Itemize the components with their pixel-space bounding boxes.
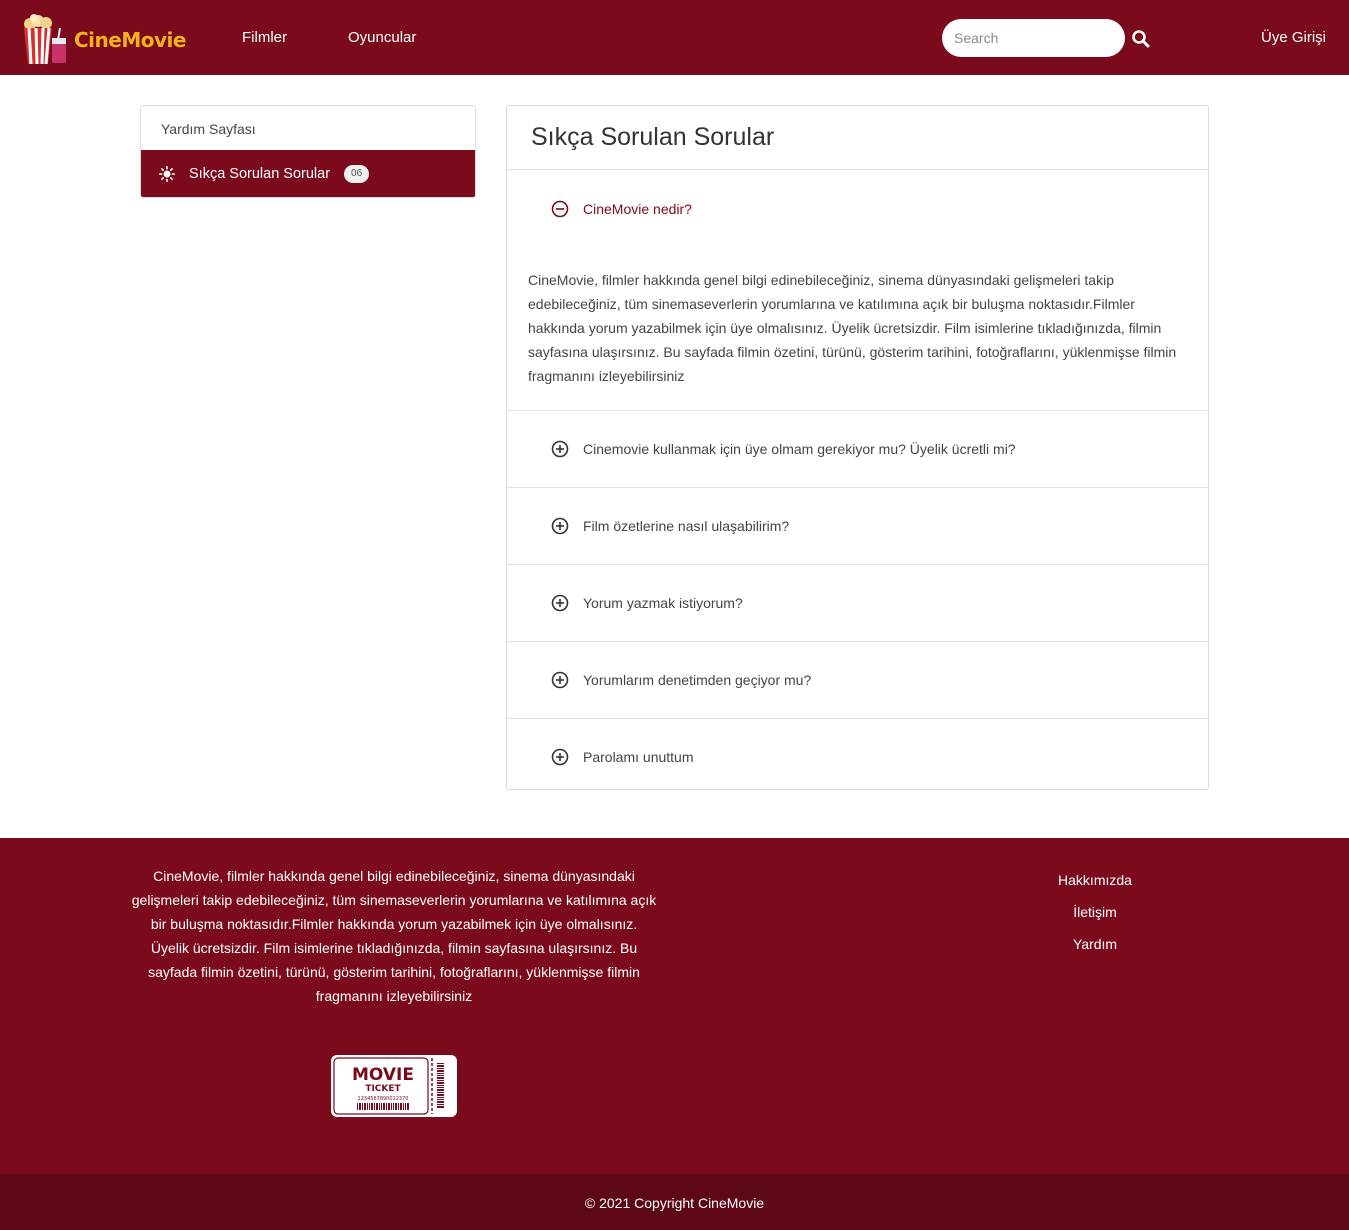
faq-question-toggle[interactable]: Yorum yazmak istiyorum? bbox=[507, 565, 1208, 641]
faq-item: Yorumlarım denetimden geçiyor mu? bbox=[507, 642, 1208, 719]
faq-item: Cinemovie kullanmak için üye olmam gerek… bbox=[507, 411, 1208, 488]
copyright-bar: © 2021 Copyright CineMovie bbox=[0, 1174, 1349, 1230]
footer-link-yardim[interactable]: Yardım bbox=[1040, 936, 1150, 952]
ticket-subtitle: TICKET bbox=[365, 1084, 401, 1094]
faq-item: Yorum yazmak istiyorum? bbox=[507, 565, 1208, 642]
ticket-title: MOVIE bbox=[352, 1065, 414, 1085]
faq-item: Parolamı unuttum bbox=[507, 719, 1208, 795]
faq-item: Film özetlerine nasıl ulaşabilirim? bbox=[507, 488, 1208, 565]
faq-question-toggle[interactable]: Parolamı unuttum bbox=[507, 719, 1208, 795]
plus-circle-icon bbox=[551, 671, 569, 689]
footer-link-hakkimizda[interactable]: Hakkımızda bbox=[1040, 872, 1150, 888]
search-icon[interactable] bbox=[1131, 29, 1151, 49]
sidebar-item-faq[interactable]: Sıkça Sorulan Sorular 06 bbox=[141, 150, 475, 197]
brand-logo[interactable]: CineMovie bbox=[20, 14, 186, 66]
login-link[interactable]: Üye Girişi bbox=[1261, 29, 1326, 46]
plus-circle-icon bbox=[551, 517, 569, 535]
faq-item: CineMovie nedir? CineMovie, filmler hakk… bbox=[507, 170, 1208, 411]
faq-answer-text: CineMovie, filmler hakkında genel bilgi … bbox=[528, 272, 1177, 384]
nav-link-oyuncular[interactable]: Oyuncular bbox=[348, 29, 416, 46]
faq-question-text: Parolamı unuttum bbox=[583, 749, 694, 765]
footer-links: Hakkımızda İletişim Yardım bbox=[1040, 872, 1150, 968]
popcorn-logo-icon bbox=[24, 14, 66, 65]
nav-link-filmler[interactable]: Filmler bbox=[242, 29, 287, 46]
faq-question-toggle[interactable]: Film özetlerine nasıl ulaşabilirim? bbox=[507, 488, 1208, 564]
site-footer: CineMovie, filmler hakkında genel bilgi … bbox=[0, 838, 1349, 1174]
faq-question-toggle[interactable]: Cinemovie kullanmak için üye olmam gerek… bbox=[507, 411, 1208, 487]
plus-circle-icon bbox=[551, 594, 569, 612]
plus-circle-icon bbox=[551, 440, 569, 458]
movie-ticket-icon: MOVIE TICKET 1234567890012370 bbox=[331, 1055, 457, 1117]
sidebar-item-label: Sıkça Sorulan Sorular bbox=[189, 166, 331, 182]
brand-name: CineMovie bbox=[74, 28, 186, 52]
top-navbar: CineMovie Filmler Oyuncular Üye Girişi bbox=[0, 0, 1349, 75]
page-title: Sıkça Sorulan Sorular bbox=[507, 106, 1208, 170]
faq-question-toggle[interactable]: CineMovie nedir? bbox=[507, 170, 1208, 248]
help-sidebar: Yardım Sayfası Sıkça Sorulan Sorular 06 bbox=[140, 105, 476, 198]
faq-question-text: CineMovie nedir? bbox=[583, 201, 692, 217]
footer-about-text: CineMovie, filmler hakkında genel bilgi … bbox=[131, 868, 657, 1004]
sidebar-heading: Yardım Sayfası bbox=[141, 106, 475, 150]
footer-link-iletisim[interactable]: İletişim bbox=[1040, 904, 1150, 920]
faq-question-text: Yorumlarım denetimden geçiyor mu? bbox=[583, 672, 812, 688]
faq-question-text: Yorum yazmak istiyorum? bbox=[583, 595, 743, 611]
plus-circle-icon bbox=[551, 748, 569, 766]
faq-question-toggle[interactable]: Yorumlarım denetimden geçiyor mu? bbox=[507, 642, 1208, 718]
minus-circle-icon bbox=[551, 200, 569, 218]
sun-icon bbox=[159, 166, 175, 182]
faq-question-text: Film özetlerine nasıl ulaşabilirim? bbox=[583, 518, 790, 534]
count-badge: 06 bbox=[344, 165, 370, 183]
ticket-barcode-number: 1234567890012370 bbox=[358, 1096, 409, 1102]
search-input[interactable] bbox=[942, 19, 1125, 57]
faq-question-text: Cinemovie kullanmak için üye olmam gerek… bbox=[583, 441, 1016, 457]
faq-panel: Sıkça Sorulan Sorular CineMovie nedir? C… bbox=[506, 105, 1209, 790]
